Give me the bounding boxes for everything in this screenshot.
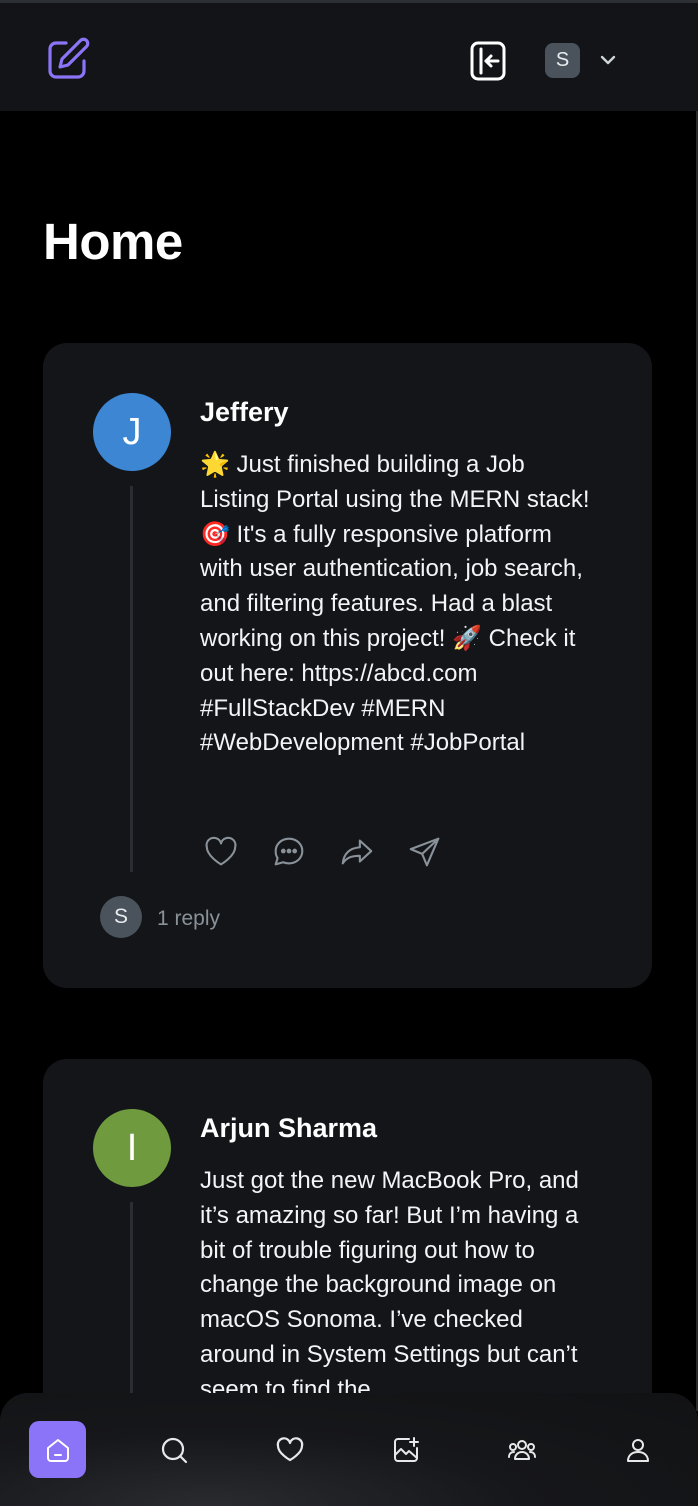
share-icon[interactable] [406,833,446,873]
home-icon [46,1438,69,1462]
post-author-avatar[interactable]: I [93,1109,171,1187]
profile-icon [626,1438,649,1462]
avatar-initial: J [122,410,142,453]
top-bar: S [0,0,698,111]
user-avatar-button[interactable]: S [545,43,580,78]
replies-summary[interactable]: S 1 reply [100,896,300,938]
nav-community[interactable] [493,1421,550,1478]
create-post-icon [393,1436,419,1462]
avatar-initial: I [126,1126,138,1169]
user-initial: S [555,49,570,71]
post-author-name[interactable]: Jeffery [200,397,289,428]
post-text: Just got the new MacBook Pro, and it’s a… [200,1167,579,1403]
reply-avatar-initial: S [113,905,128,928]
bottom-navigation [0,1393,698,1506]
reply-count[interactable]: 1 reply [157,907,220,931]
logout-icon[interactable] [468,40,508,82]
post-actions [200,833,460,873]
repost-icon[interactable] [338,833,378,873]
page-title: Home [43,213,183,270]
post-author-name[interactable]: Arjun Sharma [200,1113,377,1144]
nav-profile[interactable] [609,1421,666,1478]
thread-line [130,486,133,872]
compose-pen-icon[interactable] [44,35,92,83]
search-icon [161,1437,187,1463]
post-card[interactable]: J Jeffery 🌟 Just finished building a Job… [43,343,652,988]
chevron-down-icon[interactable] [599,53,617,67]
nav-home[interactable] [29,1421,86,1478]
reply-avatar: S [100,896,142,938]
heart-icon[interactable] [202,833,242,873]
comment-icon[interactable] [270,833,310,873]
nav-create-post[interactable] [377,1421,434,1478]
post-text: 🌟 Just finished building a Job Listing P… [200,451,590,757]
app-screen: S Home J Jeffery 🌟 Just finished buildin… [0,0,698,1506]
post-author-avatar[interactable]: J [93,393,171,471]
heart-icon [276,1436,303,1461]
community-icon [507,1439,536,1460]
nav-activity[interactable] [261,1421,318,1478]
nav-search[interactable] [145,1421,202,1478]
